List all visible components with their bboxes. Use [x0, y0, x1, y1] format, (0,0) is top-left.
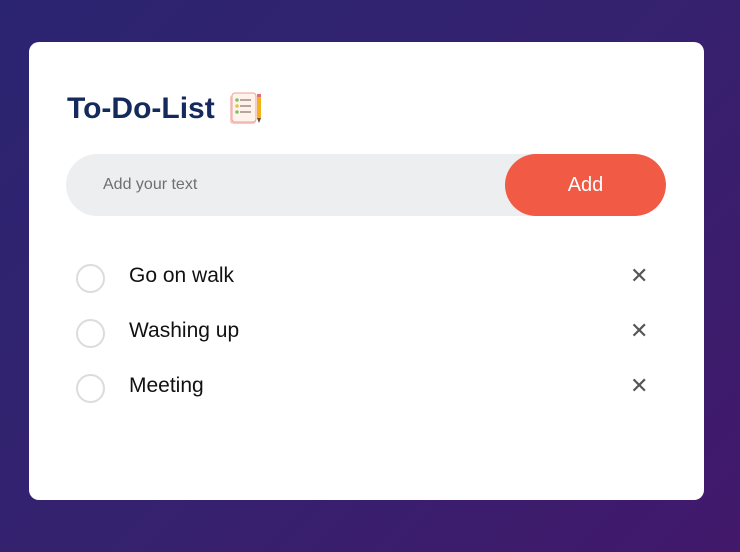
- add-task-bar: Add: [66, 154, 666, 216]
- circle-checkbox-icon[interactable]: [76, 319, 105, 348]
- list-item[interactable]: Washing up ✕: [76, 315, 656, 370]
- circle-checkbox-icon[interactable]: [76, 374, 105, 403]
- task-text: Washing up: [129, 319, 240, 342]
- add-button[interactable]: Add: [505, 154, 666, 216]
- task-text: Go on walk: [129, 264, 235, 287]
- list-item[interactable]: Go on walk ✕: [76, 260, 656, 315]
- title-row: To-Do-List: [67, 92, 263, 126]
- circle-checkbox-icon[interactable]: [76, 264, 105, 293]
- close-icon[interactable]: ✕: [630, 317, 648, 347]
- list-item[interactable]: Meeting ✕: [76, 370, 656, 425]
- app-title: To-Do-List: [67, 92, 215, 125]
- task-list: Go on walk ✕ Washing up ✕ Meeting ✕: [76, 260, 656, 425]
- close-icon[interactable]: ✕: [630, 372, 648, 402]
- close-icon[interactable]: ✕: [630, 262, 648, 292]
- notepad-checklist-icon: [227, 92, 263, 126]
- task-input[interactable]: [66, 154, 506, 216]
- task-text: Meeting: [129, 374, 204, 397]
- todo-card: To-Do-List Add Go on walk ✕: [29, 42, 704, 500]
